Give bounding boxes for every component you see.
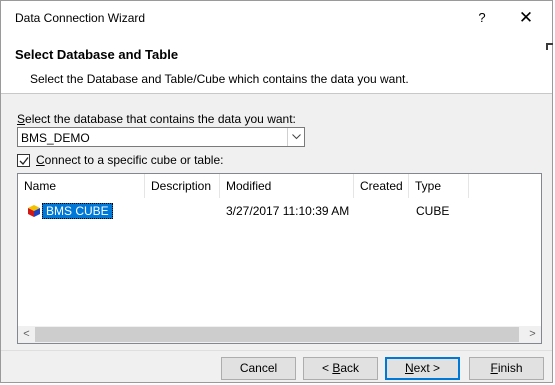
scroll-left-icon[interactable]: < bbox=[18, 326, 35, 343]
page-title: Select Database and Table bbox=[15, 47, 179, 62]
wizard-header: Select Database and Table Select the Dat… bbox=[1, 37, 552, 94]
row-name-cell[interactable]: BMS CUBE bbox=[42, 203, 113, 219]
chevron-down-icon[interactable] bbox=[287, 128, 304, 146]
column-header-modified[interactable]: Modified bbox=[220, 174, 354, 198]
corner-mark-icon bbox=[546, 43, 553, 50]
database-select-value: BMS_DEMO bbox=[21, 131, 90, 145]
column-header-type[interactable]: Type bbox=[409, 174, 469, 198]
footer-divider bbox=[1, 350, 552, 351]
scroll-right-icon[interactable]: > bbox=[524, 326, 541, 343]
cube-icon bbox=[28, 205, 40, 217]
connect-specific-cube-checkbox[interactable] bbox=[17, 154, 30, 167]
close-button[interactable]: ✕ bbox=[515, 8, 537, 30]
row-modified-cell: 3/27/2017 11:10:39 AM bbox=[226, 204, 350, 218]
back-button[interactable]: < Back bbox=[303, 357, 378, 380]
database-label: Select the database that contains the da… bbox=[17, 112, 296, 126]
cancel-button[interactable]: Cancel bbox=[221, 357, 296, 380]
column-header-description[interactable]: Description bbox=[145, 174, 220, 198]
row-type-cell: CUBE bbox=[416, 204, 450, 218]
scrollbar-thumb[interactable] bbox=[35, 327, 519, 342]
window-title: Data Connection Wizard bbox=[15, 11, 146, 25]
next-button[interactable]: Next > bbox=[385, 357, 460, 380]
title-bar: Data Connection Wizard ? ✕ bbox=[1, 1, 552, 37]
connect-specific-cube-label: Connect to a specific cube or table: bbox=[36, 153, 224, 167]
horizontal-scrollbar[interactable]: < > bbox=[18, 326, 541, 343]
list-header: Name Description Modified Created Type bbox=[18, 174, 541, 198]
cube-table-list[interactable]: Name Description Modified Created Type B… bbox=[17, 173, 542, 344]
page-subtitle: Select the Database and Table/Cube which… bbox=[30, 72, 409, 86]
finish-button[interactable]: Finish bbox=[469, 357, 544, 380]
help-button[interactable]: ? bbox=[472, 8, 492, 28]
data-connection-wizard-dialog: Data Connection Wizard ? ✕ Select Databa… bbox=[0, 0, 553, 383]
column-header-created[interactable]: Created bbox=[354, 174, 409, 198]
table-row[interactable]: BMS CUBE 3/27/2017 11:10:39 AM CUBE bbox=[18, 202, 541, 220]
database-select[interactable]: BMS_DEMO bbox=[17, 127, 305, 147]
column-header-name[interactable]: Name bbox=[18, 174, 145, 198]
